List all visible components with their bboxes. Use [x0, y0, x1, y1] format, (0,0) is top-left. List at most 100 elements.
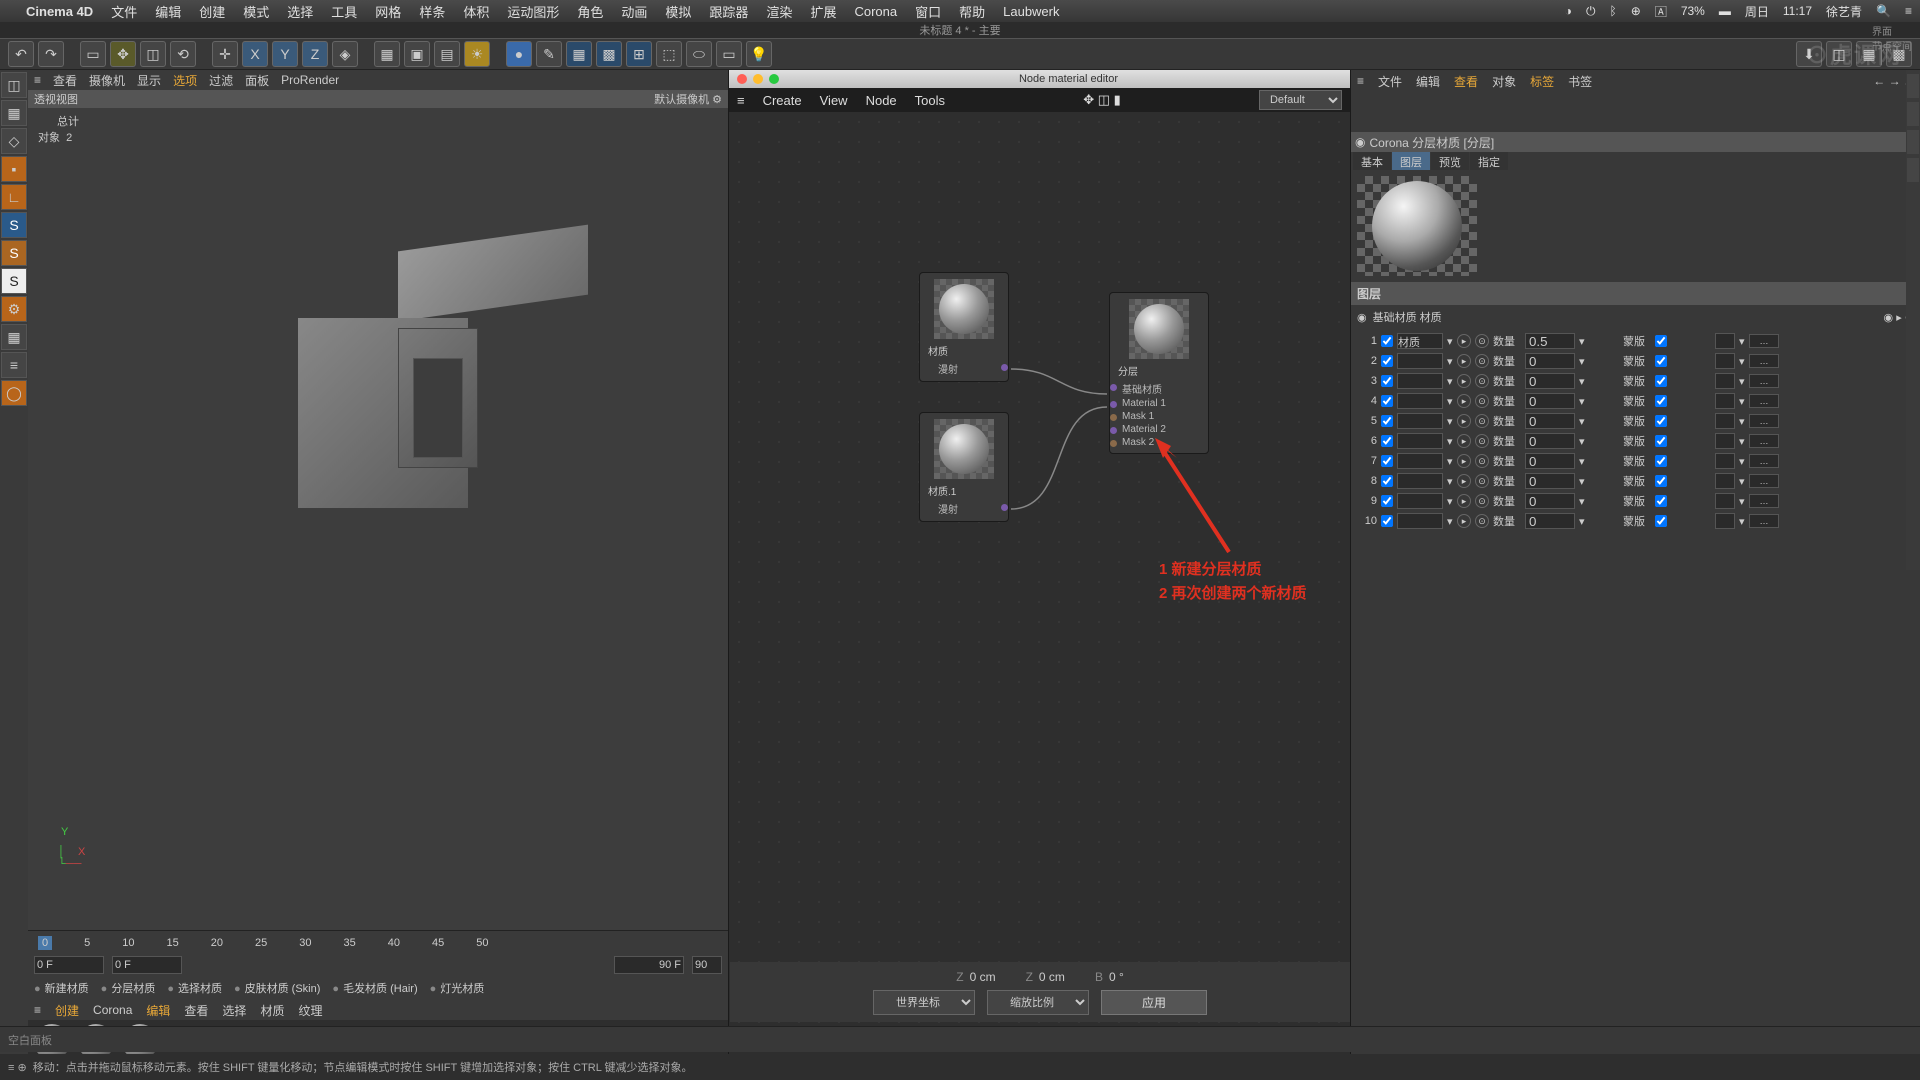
arrow-icon[interactable]: ▸ — [1457, 334, 1471, 348]
mask-enable[interactable] — [1655, 435, 1667, 447]
mask-enable[interactable] — [1655, 475, 1667, 487]
rotate-tool[interactable]: ⟲ — [170, 41, 196, 67]
mask-dd[interactable] — [1715, 513, 1735, 529]
search-icon[interactable]: 🔍 — [1876, 4, 1891, 18]
mask-dd[interactable] — [1715, 413, 1735, 429]
layer-enable[interactable] — [1381, 455, 1393, 467]
menu-file[interactable]: 文件 — [111, 2, 137, 21]
layer-enable[interactable] — [1381, 515, 1393, 527]
layer-material-dd[interactable] — [1397, 393, 1443, 409]
ne-preset[interactable]: Default — [1259, 90, 1342, 110]
mask-dd[interactable] — [1715, 393, 1735, 409]
frame-20[interactable]: 20 — [211, 937, 223, 949]
menu-volume[interactable]: 体积 — [463, 2, 489, 21]
frame-0[interactable]: 0 — [38, 936, 52, 950]
radio-icon[interactable]: ◉ — [1357, 311, 1367, 324]
axis-tool[interactable]: ✛ — [212, 41, 238, 67]
generator-1[interactable]: ▦ — [566, 41, 592, 67]
menu-animate[interactable]: 动画 — [621, 2, 647, 21]
bluetooth-icon[interactable]: ᛒ — [1610, 4, 1617, 18]
battery-icon[interactable]: ▬ — [1719, 4, 1731, 18]
mask-enable[interactable] — [1655, 395, 1667, 407]
mat-hair[interactable]: 毛发材质 (Hair) — [332, 980, 417, 996]
mask-enable[interactable] — [1655, 515, 1667, 527]
snap-s3[interactable]: S — [1, 268, 27, 294]
rtool-2[interactable] — [1907, 102, 1919, 126]
environment[interactable]: ⬭ — [686, 41, 712, 67]
ime-icon[interactable]: 🄰 — [1655, 3, 1667, 20]
frame-25[interactable]: 25 — [255, 937, 267, 949]
port-mask2[interactable]: Mask 2 — [1114, 436, 1204, 449]
status-icon[interactable]: ◑ — [1565, 4, 1572, 18]
mask-enable[interactable] — [1655, 455, 1667, 467]
rp-tags[interactable]: 标签 — [1530, 73, 1554, 90]
mask-dd[interactable] — [1715, 453, 1735, 469]
vp-camera[interactable]: 摄像机 — [89, 72, 125, 89]
mm-edit[interactable]: 编辑 — [146, 1002, 170, 1019]
layer-enable[interactable] — [1381, 435, 1393, 447]
mask-enable[interactable] — [1655, 415, 1667, 427]
more-button[interactable]: … — [1749, 414, 1779, 428]
ne-nav-icon[interactable]: ✥ ◫ ▮ — [1083, 92, 1121, 108]
tab-preview[interactable]: 预览 — [1431, 152, 1469, 170]
point-mode[interactable]: ▪ — [1, 156, 27, 182]
mask-enable[interactable] — [1655, 375, 1667, 387]
tool-circle[interactable]: ◯ — [1, 380, 27, 406]
z-lock[interactable]: Z — [302, 41, 328, 67]
menu-spline[interactable]: 样条 — [419, 2, 445, 21]
arrow-icon[interactable]: ▸ — [1457, 374, 1471, 388]
layer-material-dd[interactable]: 材质 — [1397, 333, 1443, 349]
mask-dd[interactable] — [1715, 433, 1735, 449]
redo-button[interactable]: ↷ — [38, 41, 64, 67]
node-material-1[interactable]: 材质 漫射 — [919, 272, 1009, 382]
menu-select[interactable]: 选择 — [287, 2, 313, 21]
arrow-icon[interactable]: ▸ — [1457, 454, 1471, 468]
qty-input[interactable] — [1525, 433, 1575, 449]
vp-prorender[interactable]: ProRender — [281, 73, 339, 87]
snap-s2[interactable]: S — [1, 240, 27, 266]
ne-tools[interactable]: Tools — [915, 93, 945, 108]
layer-material-dd[interactable] — [1397, 353, 1443, 369]
frame-30[interactable]: 30 — [299, 937, 311, 949]
tool-grid[interactable]: ▦ — [1, 324, 27, 350]
target-icon[interactable]: ⊙ — [1475, 434, 1489, 448]
node-canvas[interactable]: 材质 漫射 材质.1 漫射 分层 基础材质 Material 1 Mask 1 … — [729, 112, 1350, 1080]
generator-2[interactable]: ▩ — [596, 41, 622, 67]
qty-input[interactable] — [1525, 373, 1575, 389]
menu-create[interactable]: 创建 — [199, 2, 225, 21]
qty-input[interactable] — [1525, 333, 1575, 349]
arrow-icon[interactable]: ▸ — [1457, 354, 1471, 368]
rp-view[interactable]: 查看 — [1454, 73, 1478, 90]
close-icon[interactable] — [737, 74, 747, 84]
rtool-3[interactable] — [1907, 130, 1919, 154]
control-icon[interactable]: ≡ — [1905, 4, 1912, 18]
menu-corona[interactable]: Corona — [854, 4, 897, 19]
move-tool[interactable]: ✥ — [110, 41, 136, 67]
menu-simulate[interactable]: 模拟 — [665, 2, 691, 21]
material-preview[interactable] — [1357, 176, 1477, 276]
mat-layer[interactable]: 分层材质 — [101, 980, 156, 996]
more-button[interactable]: … — [1749, 494, 1779, 508]
menu-laubwerk[interactable]: Laubwerk — [1003, 4, 1059, 19]
picture-viewer[interactable]: ☀ — [464, 41, 490, 67]
target-icon[interactable]: ⊙ — [1475, 454, 1489, 468]
timeline[interactable]: 0 5 10 15 20 25 30 35 40 45 50 — [28, 930, 728, 954]
coord-scale[interactable]: 缩放比例 — [987, 990, 1089, 1015]
frame-45[interactable]: 45 — [432, 937, 444, 949]
target-icon[interactable]: ⊙ — [1475, 474, 1489, 488]
render-button[interactable]: ▦ — [374, 41, 400, 67]
minimize-icon[interactable] — [753, 74, 763, 84]
frame-end2[interactable] — [692, 956, 722, 974]
mask-dd[interactable] — [1715, 353, 1735, 369]
layer-material-dd[interactable] — [1397, 433, 1443, 449]
rp-object[interactable]: 对象 — [1492, 73, 1516, 90]
arrow-icon[interactable]: ▸ — [1457, 494, 1471, 508]
frame-50[interactable]: 50 — [476, 937, 488, 949]
rtool-1[interactable] — [1907, 74, 1919, 98]
arrow-icon[interactable]: ▸ — [1457, 514, 1471, 528]
menu-mesh[interactable]: 网格 — [375, 2, 401, 21]
mask-enable[interactable] — [1655, 355, 1667, 367]
more-button[interactable]: … — [1749, 514, 1779, 528]
qty-input[interactable] — [1525, 473, 1575, 489]
node-m1-port[interactable]: 漫射 — [924, 360, 1004, 377]
